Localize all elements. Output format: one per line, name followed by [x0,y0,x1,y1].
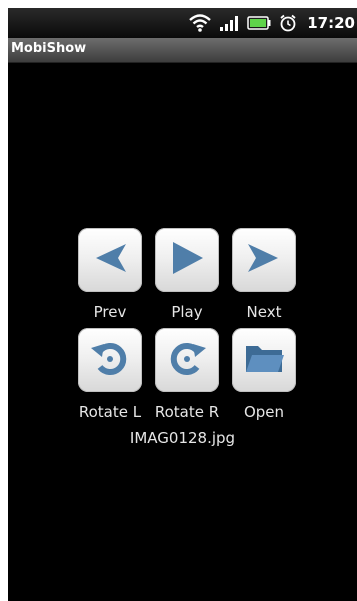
alarm-icon [279,14,297,32]
battery-icon [247,16,271,30]
open-button[interactable] [232,328,296,392]
rotate-left-icon [88,336,132,384]
app-title: MobiShow [11,41,87,56]
next-label: Next [246,303,282,321]
rotate-left-button[interactable] [78,328,142,392]
arrow-right-icon [242,238,286,282]
prev-button[interactable] [78,228,142,292]
play-label: Play [171,303,203,321]
arrow-left-icon [88,238,132,282]
phone-screen: 17:20 MobiShow Prev Play Next Rotate L R… [8,8,357,601]
clock-text: 17:20 [307,14,355,32]
status-bar: 17:20 [8,8,357,38]
app-title-bar: MobiShow [8,38,357,63]
rotate-left-label: Rotate L [78,403,142,421]
prev-label: Prev [93,303,127,321]
wifi-icon [189,14,212,32]
open-label: Open [243,403,285,421]
folder-icon [242,338,286,382]
next-button[interactable] [232,228,296,292]
rotate-right-icon [165,336,209,384]
rotate-right-label: Rotate R [154,403,220,421]
play-icon [165,238,209,282]
current-file-name: IMAG0128.jpg [129,429,236,447]
signal-icon [219,15,239,31]
rotate-right-button[interactable] [155,328,219,392]
play-button[interactable] [155,228,219,292]
